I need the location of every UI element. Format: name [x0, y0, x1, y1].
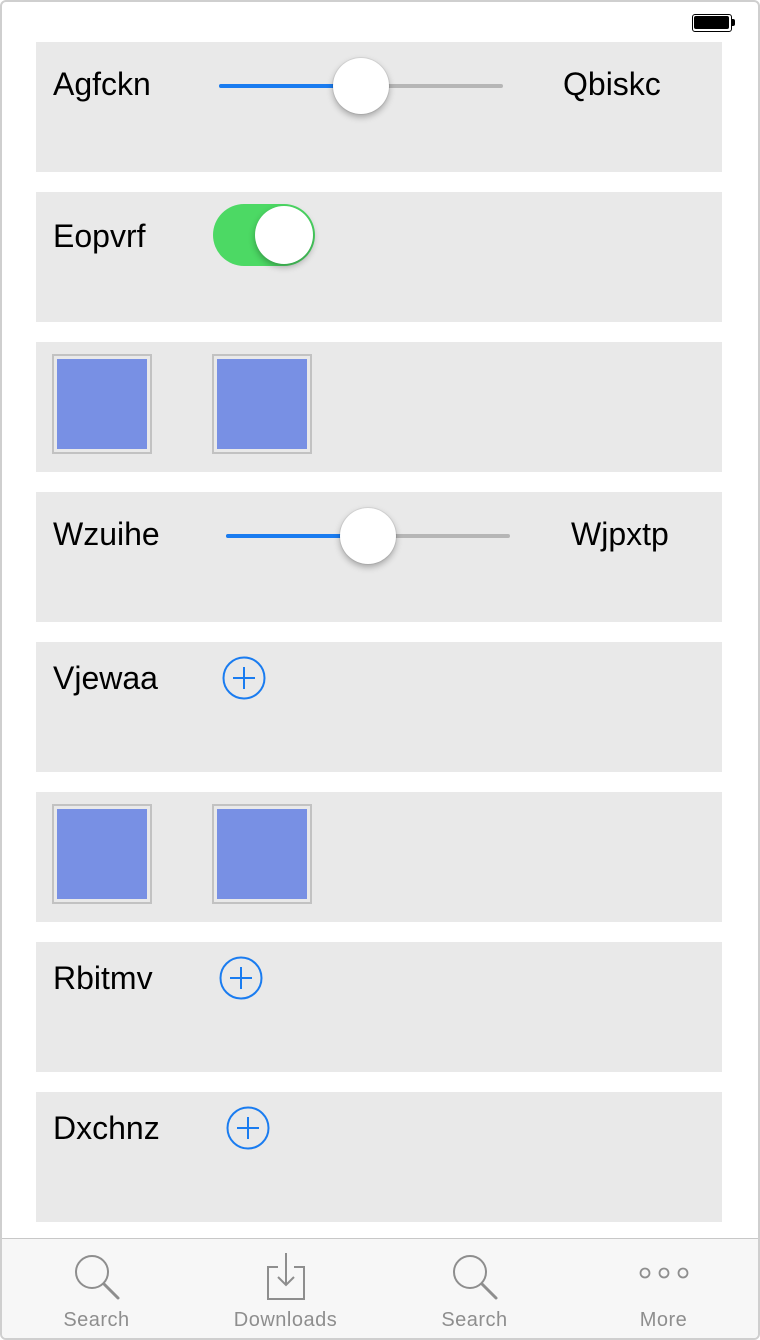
add-circle-icon[interactable]: [219, 956, 263, 1000]
switch-row-eopvrf: Eopvrf: [36, 192, 722, 322]
slider-right-label: Wjpxtp: [571, 516, 669, 552]
slider-left-label: Agfckn: [53, 66, 151, 102]
downloads-icon: [266, 1253, 305, 1300]
slider-row-agfckn: Agfckn Qbiskc: [36, 42, 722, 172]
slider-thumb[interactable]: [340, 508, 396, 564]
tab-search-2[interactable]: Search: [380, 1239, 569, 1338]
add-row-vjewaa: Vjewaa: [36, 642, 722, 772]
tab-label: Search: [441, 1309, 508, 1331]
search-icon: [452, 1255, 497, 1300]
add-circle-icon[interactable]: [226, 1106, 270, 1150]
tab-label: Search: [63, 1309, 130, 1331]
slider-wzuihe[interactable]: [226, 506, 510, 566]
tab-search[interactable]: Search: [2, 1239, 191, 1338]
battery-full-icon: [692, 14, 736, 32]
tab-downloads[interactable]: Downloads: [191, 1239, 380, 1338]
more-icon: [639, 1267, 688, 1279]
slider-left-label: Wzuihe: [53, 516, 160, 552]
tab-label: Downloads: [233, 1309, 338, 1331]
tab-bar: Search Downloads Search More: [2, 1238, 758, 1338]
tiles-row-1: [36, 342, 722, 472]
add-row-dxchnz: Dxchnz: [36, 1092, 722, 1222]
slider-row-wzuihe: Wzuihe Wjpxtp: [36, 492, 722, 622]
switch-label: Eopvrf: [53, 218, 146, 254]
tab-more[interactable]: More: [569, 1239, 758, 1338]
add-row-rbitmv: Rbitmv: [36, 942, 722, 1072]
toggle-knob: [255, 206, 313, 264]
color-tile[interactable]: [212, 804, 312, 904]
app-screen: Agfckn Qbiskc Eopvrf Wzuihe Wjpxtp Vjewa…: [0, 0, 760, 1340]
search-icon: [74, 1255, 119, 1300]
color-tile[interactable]: [52, 354, 152, 454]
slider-thumb[interactable]: [333, 58, 389, 114]
slider-agfckn[interactable]: [219, 56, 503, 116]
color-tile[interactable]: [52, 804, 152, 904]
add-row-label: Vjewaa: [53, 660, 158, 696]
add-row-label: Rbitmv: [53, 960, 153, 996]
add-row-label: Dxchnz: [53, 1110, 160, 1146]
add-circle-icon[interactable]: [222, 656, 266, 700]
color-tile[interactable]: [212, 354, 312, 454]
tab-label: More: [639, 1309, 688, 1331]
toggle-switch-eopvrf[interactable]: [213, 204, 315, 266]
slider-right-label: Qbiskc: [563, 66, 661, 102]
tiles-row-2: [36, 792, 722, 922]
